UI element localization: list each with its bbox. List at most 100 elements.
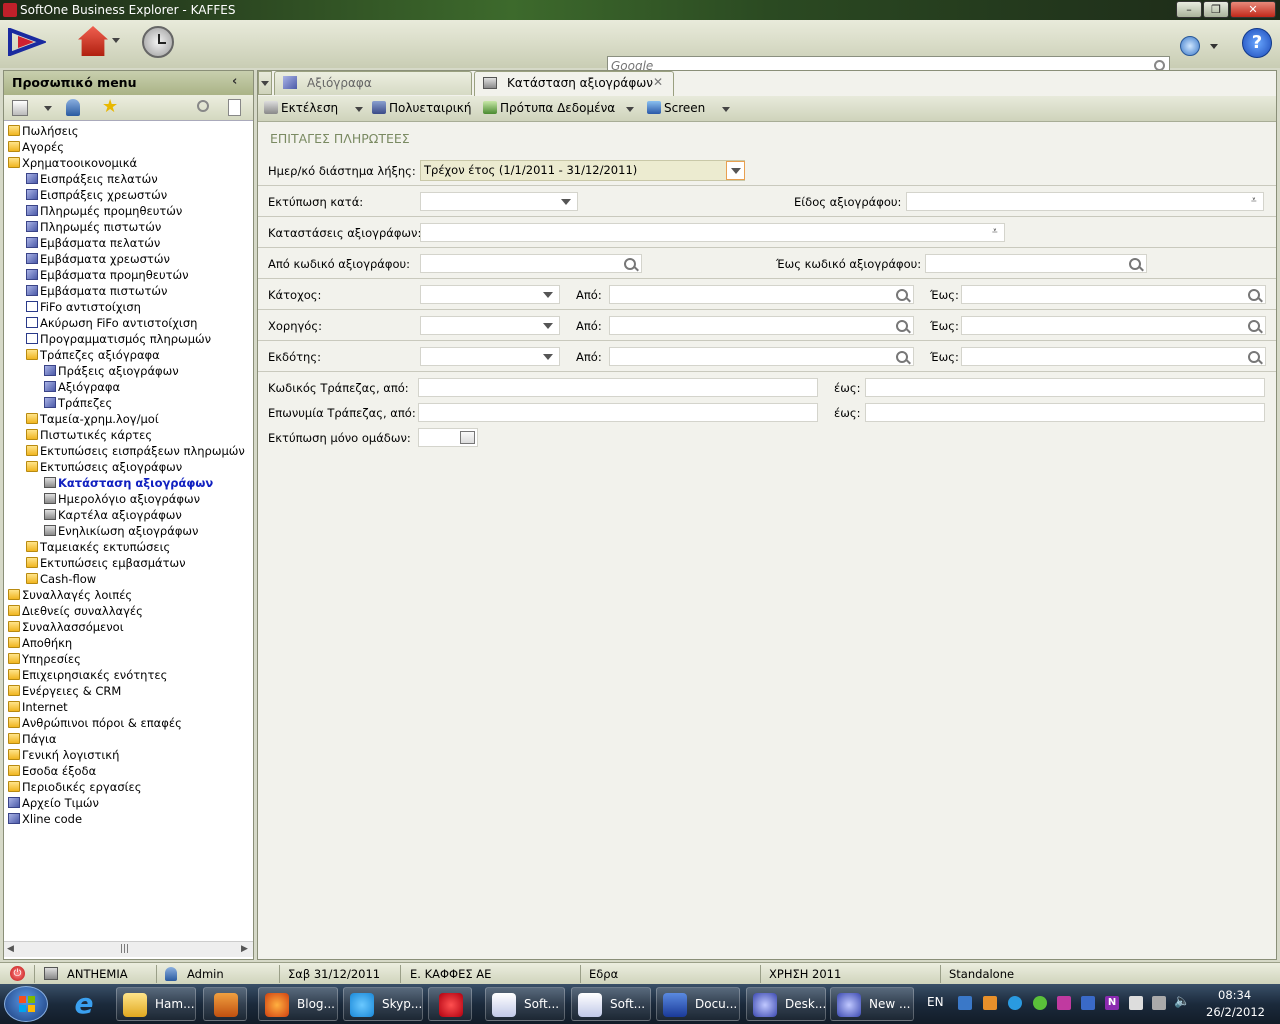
menu-item[interactable]: Συναλλαγές λοιπές xyxy=(8,587,132,603)
help-icon[interactable]: ? xyxy=(1242,28,1272,58)
menu-item[interactable]: Εισπράξεις πελατών xyxy=(26,171,158,187)
menu-item[interactable]: Ενηλικίωση αξιογράφων xyxy=(44,523,198,539)
menu-item[interactable]: Πληρωμές πιστωτών xyxy=(26,219,161,235)
taskbar-button[interactable]: Blog... xyxy=(258,987,338,1021)
period-dropdown-button[interactable] xyxy=(726,161,745,180)
menu-item[interactable]: Καρτέλα αξιογράφων xyxy=(44,507,182,523)
menu-item[interactable]: Επιχειρησιακές ενότητες xyxy=(8,667,167,683)
close-icon[interactable]: ✕ xyxy=(1230,1,1276,18)
close-tab-icon[interactable]: ✕ xyxy=(653,75,663,89)
menu-item[interactable]: Περιοδικές εργασίες xyxy=(8,779,141,795)
action-center-icon[interactable] xyxy=(1152,996,1166,1010)
menu-item[interactable]: Πράξεις αξιογράφων xyxy=(44,363,179,379)
tray-app-icon[interactable] xyxy=(1057,996,1071,1010)
chevron-down-icon[interactable] xyxy=(112,38,120,43)
tab-list-dropdown[interactable] xyxy=(258,71,272,95)
data-templates-button[interactable]: Πρότυπα Δεδομένα xyxy=(483,101,615,115)
page-icon[interactable] xyxy=(228,99,241,116)
menu-item[interactable]: Πάγια xyxy=(8,731,57,747)
clock-icon[interactable] xyxy=(142,26,174,58)
menu-item[interactable]: Ταμεία-χρημ.λογ/μοί xyxy=(26,411,159,427)
network-icon[interactable] xyxy=(958,996,972,1010)
menu-item[interactable]: Ημερολόγιο αξιογράφων xyxy=(44,491,200,507)
horizontal-scrollbar[interactable]: ◀ ||| ▶ xyxy=(4,941,253,957)
menu-item[interactable]: Xline code xyxy=(8,811,82,827)
tray-app-icon[interactable] xyxy=(983,996,997,1010)
doc-status-select[interactable]: ⩡ xyxy=(420,223,1005,242)
menu-item[interactable]: Cash-flow xyxy=(26,571,96,587)
menu-item[interactable]: Υπηρεσίες xyxy=(8,651,81,667)
chevron-down-icon[interactable] xyxy=(1210,44,1218,49)
skype-tray-icon[interactable] xyxy=(1008,996,1022,1010)
tab-documents[interactable]: Αξιόγραφα xyxy=(274,71,472,95)
to-code-input[interactable] xyxy=(925,254,1147,273)
from-code-input[interactable] xyxy=(420,254,642,273)
sponsor-to-input[interactable] xyxy=(961,316,1266,335)
antivirus-icon[interactable] xyxy=(1033,996,1047,1010)
taskbar-button[interactable]: Docu... xyxy=(656,987,740,1021)
taskbar-button[interactable]: Soft... xyxy=(571,987,651,1021)
taskbar-button[interactable] xyxy=(428,987,472,1021)
scroll-right-icon[interactable]: ▶ xyxy=(241,944,248,954)
multi-company-button[interactable]: Πολυεταιρική xyxy=(372,101,471,115)
language-indicator[interactable]: EN xyxy=(927,995,944,1009)
sponsor-select[interactable] xyxy=(420,316,560,335)
menu-item[interactable]: Γενική λογιστική xyxy=(8,747,119,763)
menu-item[interactable]: Internet xyxy=(8,699,68,715)
chevron-down-icon[interactable] xyxy=(626,107,634,112)
power-icon[interactable]: ⏻ xyxy=(10,966,25,981)
menu-item[interactable]: Ταμειακές εκτυπώσεις xyxy=(26,539,170,555)
bank-code-to-input[interactable] xyxy=(865,378,1265,397)
user-icon[interactable] xyxy=(66,99,80,116)
multi-select-icon[interactable]: ⩡ xyxy=(1251,195,1257,206)
menu-item[interactable]: Αρχείο Τιμών xyxy=(8,795,99,811)
menu-item[interactable]: Εμβάσματα πελατών xyxy=(26,235,160,251)
groups-only-checkbox[interactable] xyxy=(460,431,475,444)
menu-item[interactable]: Εκτυπώσεις εισπράξεων πληρωμών xyxy=(26,443,245,459)
taskbar-button[interactable]: Soft... xyxy=(485,987,565,1021)
sponsor-from-input[interactable] xyxy=(609,316,914,335)
menu-item[interactable]: Αποθήκη xyxy=(8,635,72,651)
menu-item[interactable]: Πληρωμές προμηθευτών xyxy=(26,203,182,219)
doc-type-select[interactable]: ⩡ xyxy=(906,192,1264,211)
menu-item[interactable]: Αγορές xyxy=(8,139,64,155)
home-icon[interactable] xyxy=(78,26,108,56)
search-icon[interactable] xyxy=(197,100,209,112)
menu-item[interactable]: Διεθνείς συναλλαγές xyxy=(8,603,143,619)
volume-icon[interactable]: 🔈 xyxy=(1174,994,1190,1009)
maximize-icon[interactable]: ❐ xyxy=(1203,1,1229,18)
taskbar-button[interactable]: Ham... xyxy=(116,987,196,1021)
internet-explorer-icon[interactable]: e xyxy=(64,988,104,1020)
menu-item[interactable]: Εσοδα έξοδα xyxy=(8,763,96,779)
chevron-down-icon[interactable] xyxy=(722,107,730,112)
menu-item[interactable]: Τράπεζες αξιόγραφα xyxy=(26,347,160,363)
issuer-to-input[interactable] xyxy=(961,347,1266,366)
multi-select-icon[interactable]: ⩡ xyxy=(992,226,998,237)
tab-document-status[interactable]: Κατάσταση αξιογράφων ✕ xyxy=(474,71,674,97)
menu-item[interactable]: FiFo αντιστοίχιση xyxy=(26,299,141,315)
onenote-icon[interactable]: N xyxy=(1105,996,1119,1010)
clock-date[interactable]: 26/2/2012 xyxy=(1206,1005,1265,1019)
bank-code-from-input[interactable] xyxy=(418,378,818,397)
issuer-select[interactable] xyxy=(420,347,560,366)
menu-item[interactable]: Εμβάσματα χρεωστών xyxy=(26,251,170,267)
start-button[interactable] xyxy=(4,986,48,1022)
taskbar-button[interactable]: Skyp... xyxy=(343,987,423,1021)
menu-item[interactable]: Ανθρώπινοι πόροι & επαφές xyxy=(8,715,182,731)
menu-item[interactable]: Εκτυπώσεις αξιογράφων xyxy=(26,459,182,475)
menu-item[interactable]: Αξιόγραφα xyxy=(44,379,120,395)
menu-item[interactable]: Προγραμματισμός πληρωμών xyxy=(26,331,211,347)
menu-item[interactable]: Εισπράξεις χρεωστών xyxy=(26,187,167,203)
minimize-icon[interactable]: – xyxy=(1176,1,1202,18)
menu-item[interactable]: Χρηματοοικονομικά xyxy=(8,155,137,171)
menu-item[interactable]: Ακύρωση FiFo αντιστοίχιση xyxy=(26,315,197,331)
menu-item[interactable]: Πωλήσεις xyxy=(8,123,79,139)
taskbar-button[interactable]: New ... xyxy=(830,987,914,1021)
clipboard-icon[interactable] xyxy=(12,100,28,116)
run-button[interactable]: Εκτέλεση xyxy=(264,101,338,115)
bank-name-to-input[interactable] xyxy=(865,403,1265,422)
scroll-left-icon[interactable]: ◀ xyxy=(7,944,14,954)
menu-item[interactable]: Ενέργειες & CRM xyxy=(8,683,121,699)
menu-item[interactable]: Εμβάσματα προμηθευτών xyxy=(26,267,189,283)
softone-logo-icon[interactable] xyxy=(8,27,48,57)
